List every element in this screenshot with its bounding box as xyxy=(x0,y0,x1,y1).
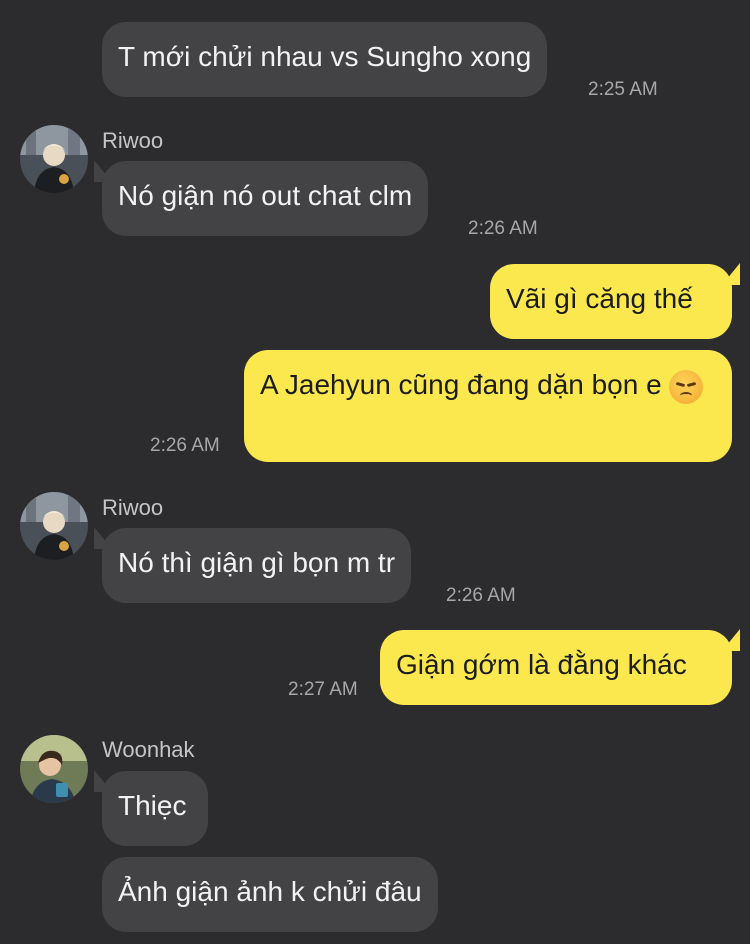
message-text: A Jaehyun cũng đang dặn bọn e xyxy=(260,369,662,400)
message-bubble[interactable]: Ảnh giận ảnh k chửi đâu xyxy=(102,857,438,932)
message-bubble[interactable]: Vãi gì căng thế xyxy=(490,264,732,339)
avatar-image xyxy=(20,125,88,193)
sender-name: Riwoo xyxy=(102,495,164,520)
message-bubble[interactable]: Thiẹc xyxy=(102,771,208,846)
message-timestamp: 2:27 AM xyxy=(288,679,358,700)
message-text: Nó thì giận gì bọn m tr xyxy=(118,547,396,578)
message-timestamp: 2:25 AM xyxy=(588,79,658,100)
message-text: Thiẹc xyxy=(118,790,187,821)
message-text: Vãi gì căng thế xyxy=(506,283,693,314)
message-text: Nó giận nó out chat clm xyxy=(118,180,413,211)
message-bubble[interactable]: Giận gớm là đằng khác xyxy=(380,630,732,705)
message-timestamp: 2:26 AM xyxy=(446,585,516,606)
avatar-image xyxy=(20,492,88,560)
disappointed-face-icon xyxy=(669,369,704,404)
message-text: Giận gớm là đằng khác xyxy=(396,649,687,680)
avatar-riwoo[interactable] xyxy=(20,492,88,560)
message-text: Ảnh giận ảnh k chửi đâu xyxy=(118,876,422,907)
avatar-image xyxy=(20,735,88,803)
message-timestamp: 2:26 AM xyxy=(150,435,220,456)
sender-name: Woonhak xyxy=(102,737,195,762)
message-timestamp: 2:26 AM xyxy=(468,218,538,239)
message-bubble[interactable]: Nó thì giận gì bọn m tr xyxy=(102,528,412,603)
message-bubble[interactable]: A Jaehyun cũng đang dặn bọn e xyxy=(244,350,732,462)
message-bubble[interactable]: T mới chửi nhau vs Sungho xong xyxy=(102,22,548,97)
avatar-woonhak[interactable] xyxy=(20,735,88,803)
message-bubble[interactable]: Nó giận nó out chat clm xyxy=(102,161,429,236)
avatar-riwoo[interactable] xyxy=(20,125,88,193)
message-text: T mới chửi nhau vs Sungho xong xyxy=(118,41,532,72)
sender-name: Riwoo xyxy=(102,128,164,153)
